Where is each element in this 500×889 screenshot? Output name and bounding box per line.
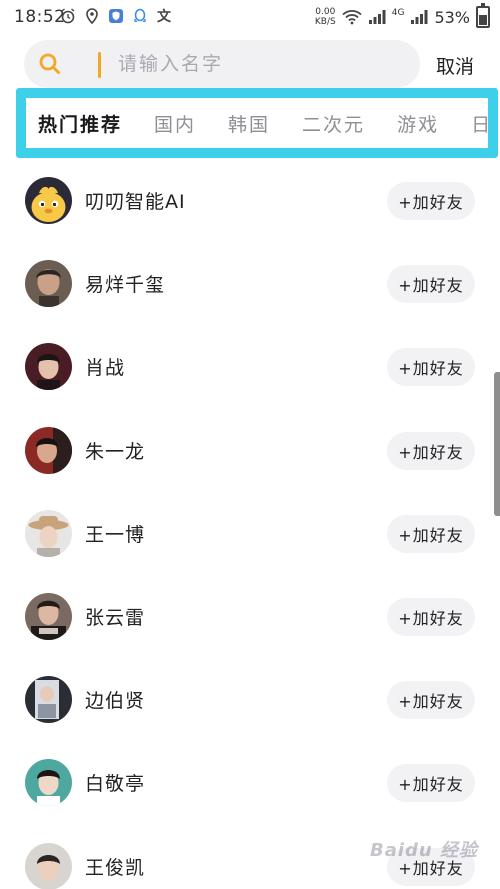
tab-japan[interactable]: 日本 [471, 110, 488, 137]
list-item[interactable]: 肖战 +加好友 [0, 325, 500, 408]
contact-name: 王俊凯 [85, 856, 146, 879]
portrait-avatar [25, 343, 72, 391]
cancel-button[interactable]: 取消 [436, 52, 474, 79]
add-friend-button[interactable]: +加好友 [387, 182, 475, 220]
status-right: 0.00 KB/S 4G 53% [315, 3, 490, 28]
add-friend-button[interactable]: +加好友 [387, 514, 475, 553]
status-icons-left: 文 [60, 8, 172, 25]
battery-icon [476, 3, 490, 28]
tab-domestic[interactable]: 国内 [154, 110, 196, 137]
watermark: Baidu 经验 [369, 840, 478, 861]
network-speed: 0.00 KB/S [315, 7, 336, 27]
contact-name: 易烊千玺 [85, 274, 166, 297]
shield-app-icon [108, 8, 124, 24]
contact-name: 朱一龙 [85, 440, 146, 463]
text-cursor [98, 52, 101, 78]
search-bar: 取消 [0, 34, 500, 90]
qq-penguin-icon [132, 8, 148, 24]
portrait-avatar [25, 842, 72, 889]
category-tabs-highlight: 热门推荐 国内 韩国 二次元 游戏 日本 [16, 88, 498, 158]
signal-icon [368, 9, 386, 25]
tab-anime[interactable]: 二次元 [302, 110, 365, 137]
wifi-icon [342, 9, 362, 25]
portrait-avatar [25, 509, 72, 557]
alarm-icon [60, 8, 76, 24]
contact-name: 肖战 [85, 357, 126, 380]
list-item[interactable]: 王一博 +加好友 [0, 492, 500, 575]
add-friend-button[interactable]: +加好友 [387, 265, 475, 304]
duck-avatar [25, 177, 72, 224]
status-bar: 18:52 文 0.00 KB/S 4G 53% [0, 0, 500, 34]
signal-4g-icon [410, 9, 428, 25]
add-friend-button[interactable]: +加好友 [387, 597, 475, 636]
portrait-avatar [25, 676, 72, 724]
portrait-avatar [25, 592, 72, 640]
contact-name: 白敬亭 [85, 773, 146, 796]
search-box[interactable] [24, 40, 420, 88]
list-item[interactable]: 叨叨智能AI +加好友 [0, 159, 500, 242]
contact-list: 叨叨智能AI +加好友 易烊千玺 +加好友 肖战 +加好友 朱一龙 +加好友 王… [0, 159, 500, 889]
add-friend-button[interactable]: +加好友 [387, 764, 475, 803]
search-input[interactable] [118, 48, 408, 80]
network-speed-value: 0.00 [315, 7, 336, 17]
network-speed-unit: KB/S [314, 17, 336, 27]
tab-korea[interactable]: 韩国 [228, 110, 270, 137]
list-item[interactable]: 白敬亭 +加好友 [0, 741, 500, 824]
portrait-avatar [25, 260, 72, 308]
tab-games[interactable]: 游戏 [397, 110, 439, 137]
add-friend-button[interactable]: +加好友 [387, 431, 475, 470]
contact-name: 叨叨智能AI [85, 191, 186, 213]
contact-name: 边伯贤 [85, 690, 146, 713]
list-item[interactable]: 朱一龙 +加好友 [0, 409, 500, 492]
status-time: 18:52 [14, 7, 66, 27]
portrait-avatar [25, 426, 72, 474]
add-friend-button[interactable]: +加好友 [387, 348, 475, 387]
list-item[interactable]: 边伯贤 +加好友 [0, 658, 500, 741]
add-friend-button[interactable]: +加好友 [387, 681, 475, 720]
contact-name: 王一博 [85, 523, 146, 546]
category-tabs: 热门推荐 国内 韩国 二次元 游戏 日本 [26, 98, 488, 148]
search-icon [38, 52, 62, 76]
scrollbar[interactable] [494, 372, 500, 516]
battery-percent: 53% [434, 7, 470, 27]
list-item[interactable]: 张云雷 +加好友 [0, 575, 500, 658]
list-item[interactable]: 易烊千玺 +加好友 [0, 242, 500, 325]
text-app-icon: 文 [157, 9, 171, 25]
location-icon [84, 8, 100, 24]
contact-name: 张云雷 [85, 606, 146, 629]
tab-hot-recommend[interactable]: 热门推荐 [38, 110, 122, 137]
network-type: 4G [391, 8, 405, 18]
portrait-avatar [25, 759, 72, 807]
